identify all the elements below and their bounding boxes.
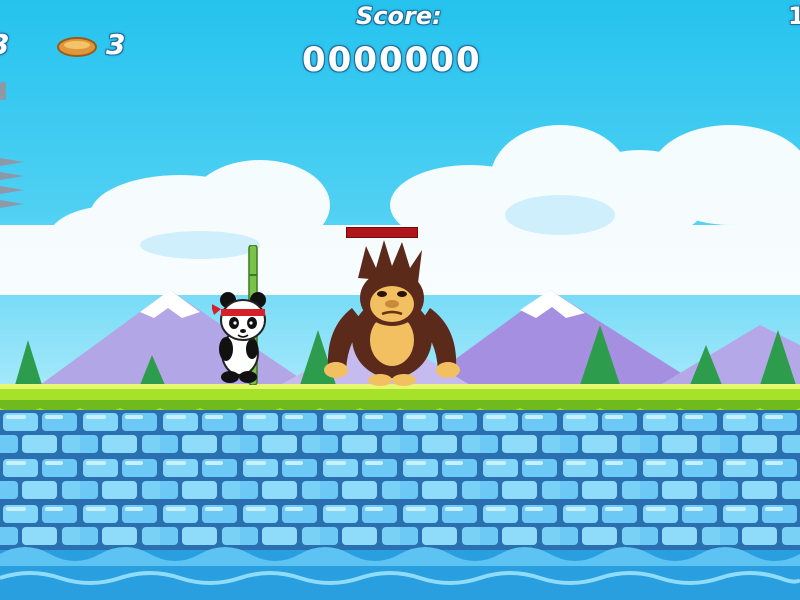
coin-count: 3	[106, 28, 126, 61]
game-stage[interactable]: Score: 0000000 3 3 1	[0, 0, 800, 600]
gorilla-enemy	[324, 240, 460, 386]
water	[0, 547, 800, 600]
coin-icon	[57, 37, 97, 57]
hud-right-indicator: 1	[788, 2, 800, 30]
lives-count: 3	[0, 28, 9, 61]
ice-brick-ground	[0, 410, 800, 550]
score-value: 0000000	[302, 40, 482, 80]
enemy-health-bar	[346, 227, 418, 238]
score-label: Score:	[356, 2, 442, 30]
panda-player	[212, 245, 266, 385]
wall-stub	[0, 82, 6, 100]
spike-trap	[0, 158, 24, 208]
